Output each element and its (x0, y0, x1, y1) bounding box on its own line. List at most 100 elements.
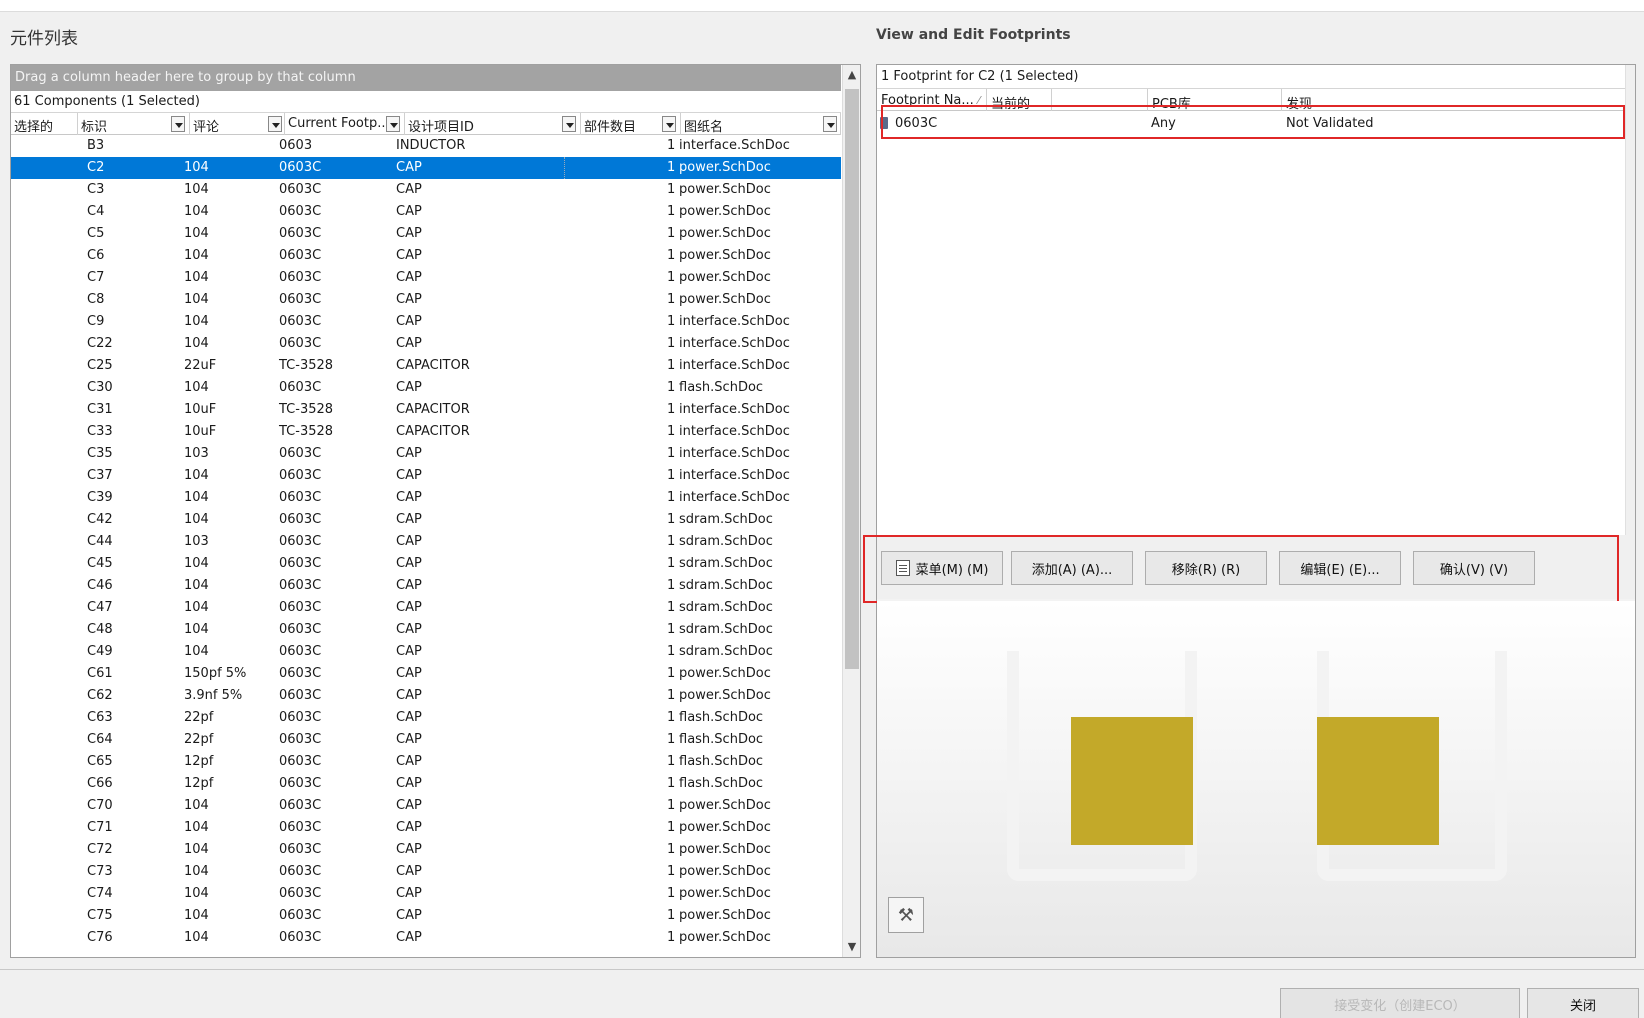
table-row[interactable]: C46 104 0603C CAP 1 sdram.SchDoc (11, 575, 841, 597)
row-designator: C45 (87, 556, 113, 571)
row-design-item-id: CAP (396, 908, 422, 923)
row-comment: 22pf (184, 710, 214, 725)
row-comment: 22pf (184, 732, 214, 747)
table-row[interactable]: C71 104 0603C CAP 1 power.SchDoc (11, 817, 841, 839)
footprint-panel: 1 Footprint for C2 (1 Selected) Footprin… (863, 64, 1636, 958)
row-design-item-id: CAP (396, 292, 422, 307)
table-row[interactable]: C22 104 0603C CAP 1 interface.SchDoc (11, 333, 841, 355)
table-row[interactable]: C49 104 0603C CAP 1 sdram.SchDoc (11, 641, 841, 663)
table-row[interactable]: C75 104 0603C CAP 1 power.SchDoc (11, 905, 841, 927)
table-row[interactable]: C74 104 0603C CAP 1 power.SchDoc (11, 883, 841, 905)
focus-cell-border (564, 157, 565, 179)
row-footprint: 0603 (279, 138, 313, 153)
row-designator: C2 (87, 160, 105, 175)
row-part-count: 1 (667, 754, 676, 769)
component-grid[interactable]: Drag a column header here to group by th… (10, 64, 861, 958)
row-part-count: 1 (667, 204, 676, 219)
table-row[interactable]: C45 104 0603C CAP 1 sdram.SchDoc (11, 553, 841, 575)
table-row[interactable]: C25 22uF TC-3528 CAPACITOR 1 interface.SchDoc (11, 355, 841, 377)
table-row[interactable]: B3 0603 INDUCTOR 1 interface.SchDoc (11, 135, 841, 157)
row-part-count: 1 (667, 732, 676, 747)
row-designator: C47 (87, 600, 113, 615)
table-row[interactable]: C9 104 0603C CAP 1 interface.SchDoc (11, 311, 841, 333)
footprint-preview[interactable]: ⚒ (877, 601, 1635, 957)
table-row[interactable]: C4 104 0603C CAP 1 power.SchDoc (11, 201, 841, 223)
table-row[interactable]: C76 104 0603C CAP 1 power.SchDoc (11, 927, 841, 949)
accept-changes-button[interactable]: 接受变化（创建ECO） (1280, 988, 1520, 1018)
row-design-item-id: CAP (396, 204, 422, 219)
table-row[interactable]: C33 10uF TC-3528 CAPACITOR 1 interface.SchDoc (11, 421, 841, 443)
table-row[interactable]: C2 104 0603C CAP 1 power.SchDoc (11, 157, 841, 179)
row-designator: C62 (87, 688, 113, 703)
table-row[interactable]: C5 104 0603C CAP 1 power.SchDoc (11, 223, 841, 245)
filter-comment-icon[interactable] (268, 116, 282, 132)
footprint-list-scrollbar[interactable] (1625, 65, 1635, 535)
highlight-box-buttons (863, 535, 1619, 603)
table-row[interactable]: C30 104 0603C CAP 1 flash.SchDoc (11, 377, 841, 399)
table-row[interactable]: C64 22pf 0603C CAP 1 flash.SchDoc (11, 729, 841, 751)
close-button[interactable]: 关闭 (1527, 988, 1639, 1018)
table-row[interactable]: C73 104 0603C CAP 1 power.SchDoc (11, 861, 841, 883)
table-row[interactable]: C35 103 0603C CAP 1 interface.SchDoc (11, 443, 841, 465)
row-footprint: TC-3528 (279, 402, 334, 417)
filter-sheet-name-icon[interactable] (823, 116, 837, 132)
table-row[interactable]: C48 104 0603C CAP 1 sdram.SchDoc (11, 619, 841, 641)
table-row[interactable]: C63 22pf 0603C CAP 1 flash.SchDoc (11, 707, 841, 729)
row-part-count: 1 (667, 864, 676, 879)
row-design-item-id: CAP (396, 182, 422, 197)
table-row[interactable]: C42 104 0603C CAP 1 sdram.SchDoc (11, 509, 841, 531)
row-comment: 10uF (184, 402, 217, 417)
preview-tool-button[interactable]: ⚒ (888, 897, 924, 933)
row-comment: 104 (184, 226, 209, 241)
scrollbar-thumb[interactable] (845, 89, 859, 669)
filter-design-item-id-icon[interactable] (562, 116, 576, 132)
row-part-count: 1 (667, 402, 676, 417)
row-part-count: 1 (667, 138, 676, 153)
row-footprint: 0603C (279, 644, 322, 659)
table-row[interactable]: C62 3.9nf 5% 0603C CAP 1 power.SchDoc (11, 685, 841, 707)
grid-vertical-scrollbar[interactable]: ▲ ▼ (842, 65, 860, 957)
row-footprint: 0603C (279, 512, 322, 527)
col-header-sheet-name[interactable]: 图纸名 (681, 113, 841, 135)
table-row[interactable]: C6 104 0603C CAP 1 power.SchDoc (11, 245, 841, 267)
row-sheet-name: power.SchDoc (679, 182, 771, 197)
table-row[interactable]: C3 104 0603C CAP 1 power.SchDoc (11, 179, 841, 201)
table-row[interactable]: C61 150pf 5% 0603C CAP 1 power.SchDoc (11, 663, 841, 685)
row-part-count: 1 (667, 556, 676, 571)
scroll-down-icon[interactable]: ▼ (846, 941, 858, 953)
table-row[interactable]: C44 103 0603C CAP 1 sdram.SchDoc (11, 531, 841, 553)
table-row[interactable]: C8 104 0603C CAP 1 power.SchDoc (11, 289, 841, 311)
row-designator: C39 (87, 490, 113, 505)
row-design-item-id: CAP (396, 534, 422, 549)
row-comment: 104 (184, 336, 209, 351)
table-row[interactable]: C70 104 0603C CAP 1 power.SchDoc (11, 795, 841, 817)
table-row[interactable]: C66 12pf 0603C CAP 1 flash.SchDoc (11, 773, 841, 795)
row-design-item-id: CAP (396, 490, 422, 505)
table-row[interactable]: C39 104 0603C CAP 1 interface.SchDoc (11, 487, 841, 509)
filter-part-count-icon[interactable] (662, 116, 676, 132)
highlight-box-footprint-row (881, 105, 1625, 139)
filter-footprint-icon[interactable] (386, 116, 400, 132)
table-row[interactable]: C47 104 0603C CAP 1 sdram.SchDoc (11, 597, 841, 619)
row-part-count: 1 (667, 930, 676, 945)
scroll-up-icon[interactable]: ▲ (846, 69, 858, 81)
table-row[interactable]: C31 10uF TC-3528 CAPACITOR 1 interface.SchDoc (11, 399, 841, 421)
col-header-design-item-id[interactable]: 设计项目ID (405, 113, 581, 135)
row-footprint: TC-3528 (279, 424, 334, 439)
table-row[interactable]: C37 104 0603C CAP 1 interface.SchDoc (11, 465, 841, 487)
filter-designator-icon[interactable] (171, 116, 185, 132)
row-design-item-id: CAP (396, 798, 422, 813)
row-sheet-name: sdram.SchDoc (679, 556, 773, 571)
row-comment: 104 (184, 380, 209, 395)
pad-left (1071, 717, 1193, 845)
row-sheet-name: sdram.SchDoc (679, 644, 773, 659)
table-row[interactable]: C65 12pf 0603C CAP 1 flash.SchDoc (11, 751, 841, 773)
col-header-selected[interactable]: 选择的 (11, 113, 78, 135)
table-row[interactable]: C7 104 0603C CAP 1 power.SchDoc (11, 267, 841, 289)
row-sheet-name: sdram.SchDoc (679, 622, 773, 637)
row-designator: C35 (87, 446, 113, 461)
row-part-count: 1 (667, 798, 676, 813)
group-by-bar[interactable]: Drag a column header here to group by th… (11, 65, 841, 91)
table-row[interactable]: C72 104 0603C CAP 1 power.SchDoc (11, 839, 841, 861)
row-part-count: 1 (667, 160, 676, 175)
